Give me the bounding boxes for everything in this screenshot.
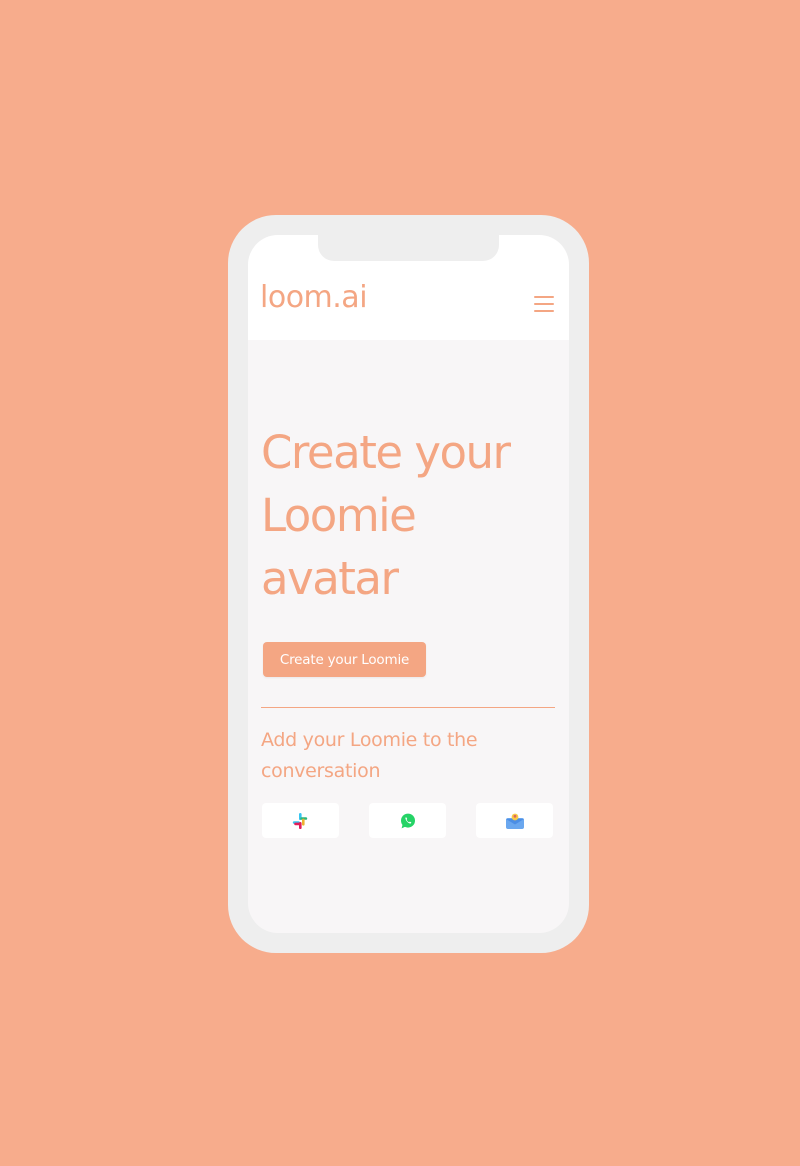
hero-title: Create your Loomie avatar <box>261 421 561 610</box>
whatsapp-icon <box>400 813 415 828</box>
phone-notch <box>318 235 499 261</box>
hamburger-menu-button[interactable] <box>532 293 556 315</box>
phone-frame: loom.ai Create your Loomie avatar Create… <box>228 215 589 953</box>
loom-ai-logo[interactable]: loom.ai <box>260 279 380 317</box>
hero-title-line: avatar <box>261 552 399 605</box>
slack-button[interactable] <box>262 803 339 838</box>
hamburger-line <box>534 303 554 305</box>
hamburger-line <box>534 310 554 312</box>
imessage-icon <box>505 813 524 829</box>
hamburger-line <box>534 296 554 298</box>
section-divider <box>261 707 555 708</box>
integrations-heading: Add your Loomie to the conversation <box>261 729 478 782</box>
hero-title-line: Create your <box>261 426 511 479</box>
whatsapp-button[interactable] <box>369 803 446 838</box>
imessage-button[interactable] <box>476 803 553 838</box>
logo-text: loom.ai <box>260 280 368 315</box>
phone-screen: loom.ai Create your Loomie avatar Create… <box>248 235 569 933</box>
hero-title-line: Loomie <box>261 489 417 542</box>
create-loomie-button[interactable]: Create your Loomie <box>263 642 426 677</box>
slack-icon <box>292 812 307 829</box>
